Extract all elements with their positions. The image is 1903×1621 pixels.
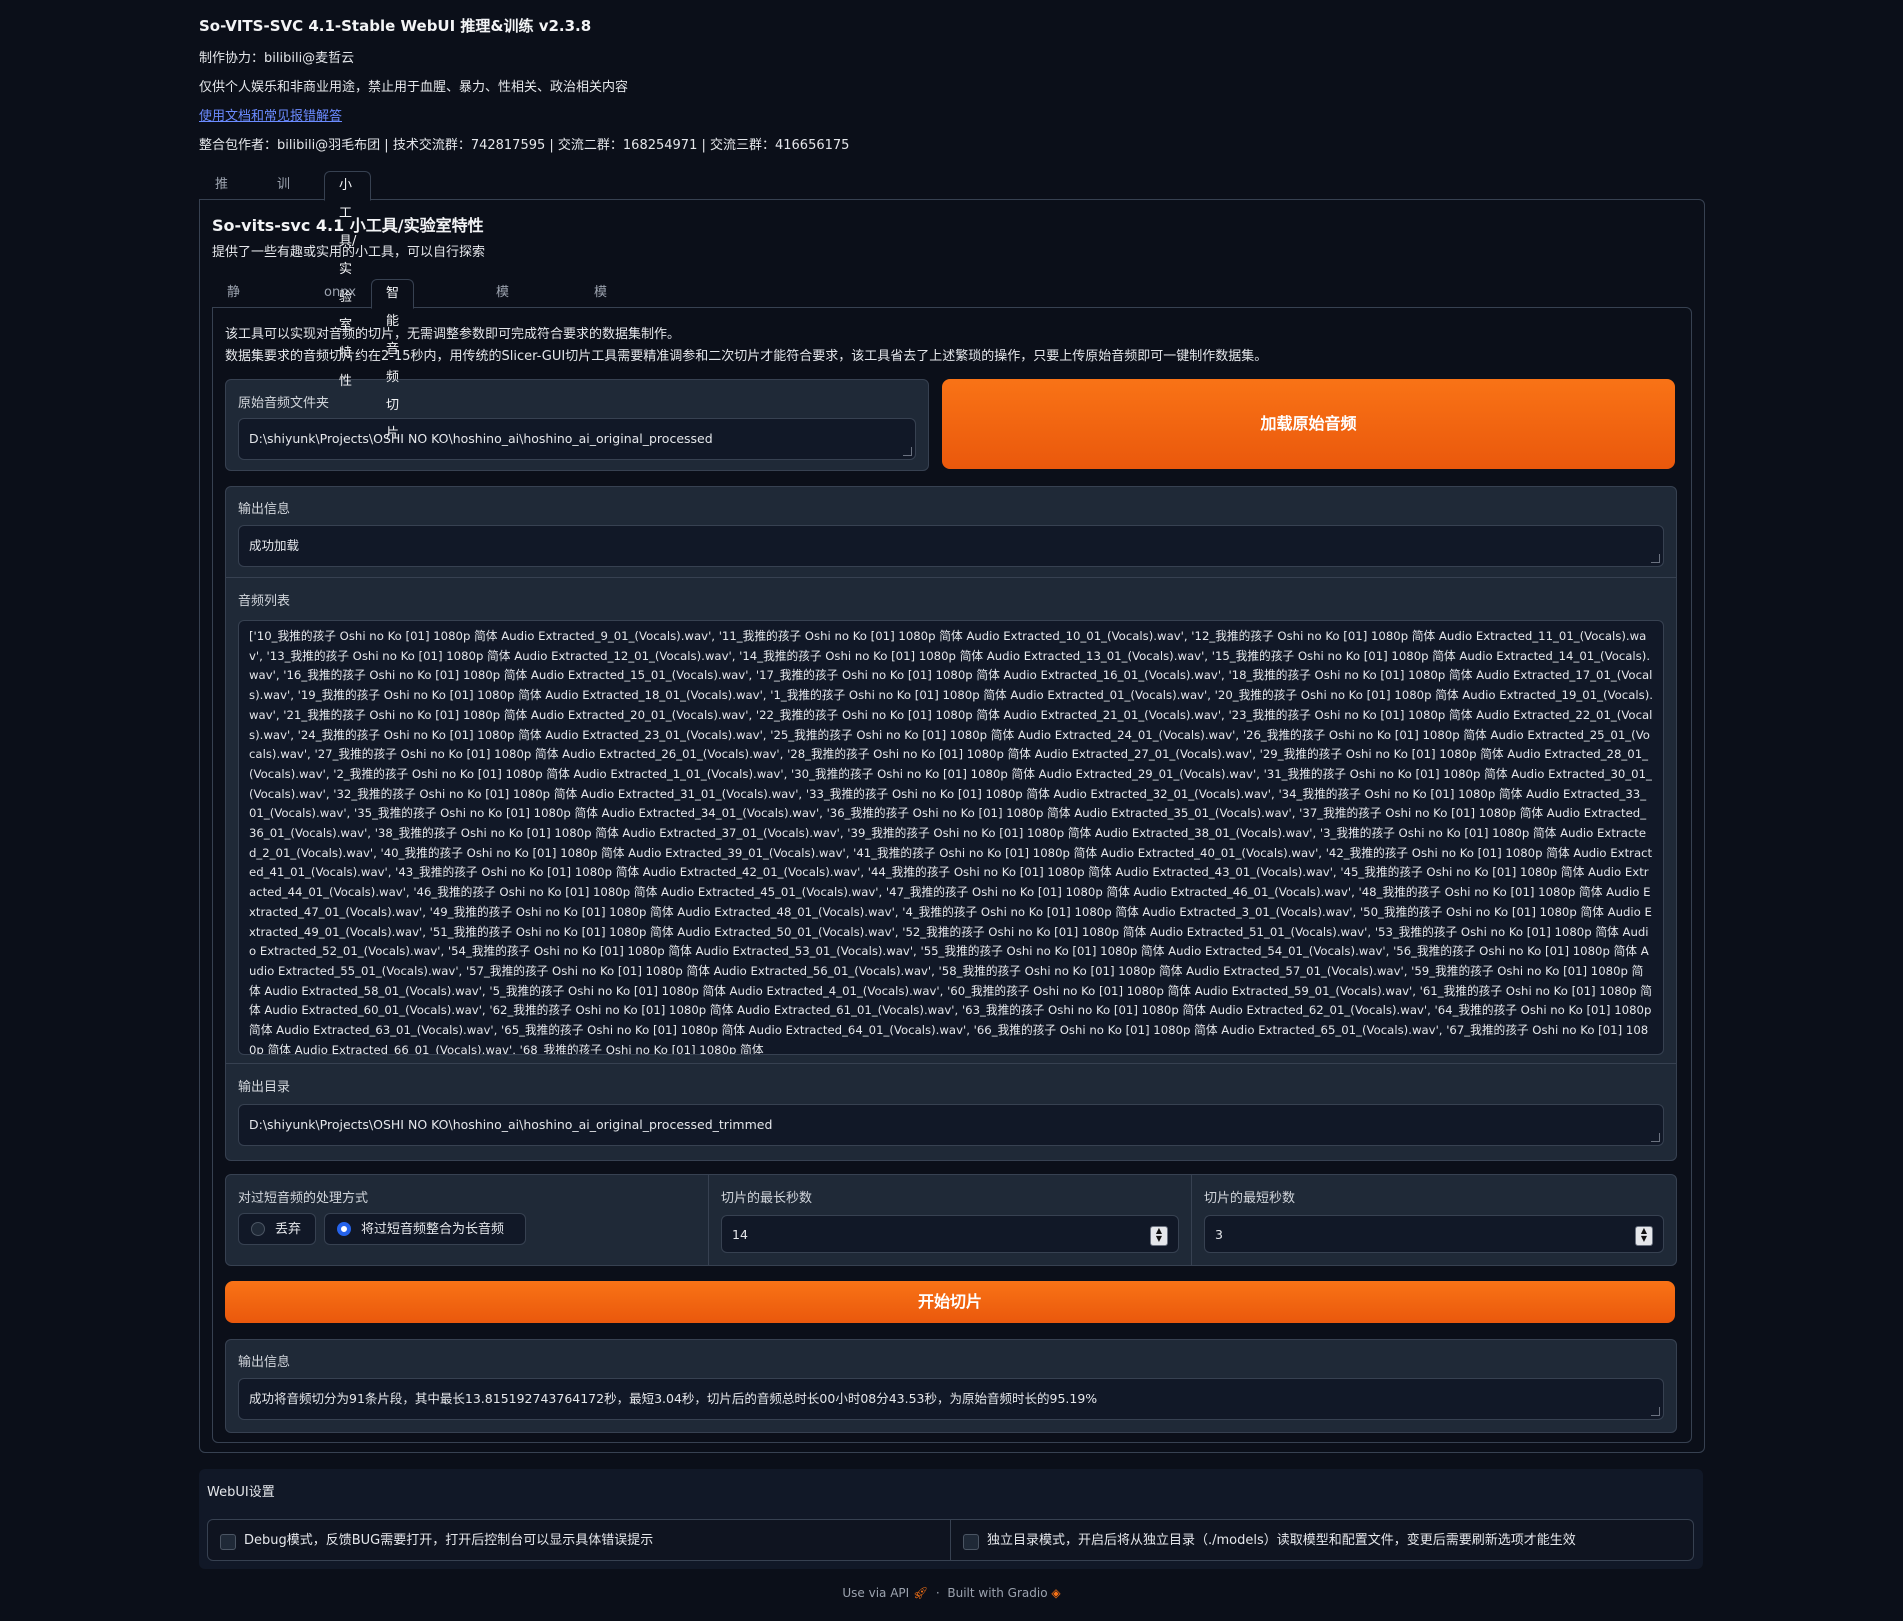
footer: Use via API 🚀︎ · Built with Gradio ◈: [0, 1586, 1903, 1600]
output-dir-label: 输出目录: [238, 1080, 291, 1095]
radio-discard-label: 丢弃: [275, 1222, 302, 1237]
use-api-link[interactable]: Use via API: [842, 1586, 909, 1600]
source-folder-value: D:\shiyunk\Projects\OSHI NO KO\hoshino_a…: [249, 431, 713, 446]
min-sec-group: 切片的最短秒数 3 ▲ ▼: [1192, 1175, 1676, 1265]
tab-inference[interactable]: 推理: [201, 171, 242, 220]
radio-on-icon: [337, 1222, 351, 1236]
short-audio-label: 对过短音频的处理方式: [238, 1191, 369, 1206]
tab-model-package[interactable]: 模型发布打包/安装: [580, 279, 625, 496]
checkbox-icon: [220, 1534, 236, 1550]
min-sec-label: 切片的最短秒数: [1204, 1191, 1296, 1206]
tab-audio-slicer[interactable]: 智能音频切片: [371, 279, 415, 441]
stepper-icon[interactable]: ▲ ▼: [1635, 1226, 1653, 1246]
max-sec-label: 切片的最长秒数: [721, 1191, 813, 1206]
output-info-field[interactable]: 成功加载: [238, 525, 1664, 567]
radio-off-icon: [251, 1222, 265, 1236]
tab-tools[interactable]: 小工具/实验室特性: [324, 171, 372, 389]
output-info-value: 成功加载: [249, 538, 300, 553]
output-dir-input[interactable]: D:\shiyunk\Projects\OSHI NO KO\hoshino_a…: [238, 1104, 1664, 1146]
source-folder-input[interactable]: D:\shiyunk\Projects\OSHI NO KO\hoshino_a…: [238, 418, 916, 460]
checkbox-icon: [963, 1534, 979, 1550]
tab-model-compress[interactable]: 模型压缩工具: [482, 279, 523, 440]
result-label: 输出信息: [238, 1355, 291, 1370]
slicer-desc-1: 该工具可以实现对音频的切片，无需调整参数即可完成符合要求的数据集制作。: [225, 327, 681, 342]
audio-list-textarea[interactable]: ['10_我推的孩子 Oshi no Ko [01] 1080p 简体 Audi…: [238, 620, 1664, 1055]
output-info-label: 输出信息: [238, 502, 291, 517]
min-sec-value: 3: [1215, 1227, 1223, 1242]
result-value: 成功将音频切分为91条片段，其中最长13.815192743764172秒，最短…: [249, 1391, 1098, 1406]
output-dir-value: D:\shiyunk\Projects\OSHI NO KO\hoshino_a…: [249, 1117, 773, 1132]
slicer-desc-2: 数据集要求的音频切片约在2-15秒内，用传统的Slicer-GUI切片工具需要精…: [225, 349, 1268, 364]
source-folder-label: 原始音频文件夹: [238, 396, 330, 411]
tools-panel: So-vits-svc 4.1 小工具/实验室特性 提供了一些有趣或实用的小工具…: [199, 199, 1705, 1453]
audio-list-value: ['10_我推的孩子 Oshi no Ko [01] 1080p 简体 Audi…: [249, 629, 1653, 1055]
settings-title: WebUI设置: [207, 1485, 275, 1500]
notice-text: 仅供个人娱乐和非商业用途，禁止用于血腥、暴力、性相关、政治相关内容: [199, 80, 629, 95]
audio-list-section: 音频列表 ['10_我推的孩子 Oshi no Ko [01] 1080p 简体…: [226, 578, 1676, 1063]
load-audio-button[interactable]: 加载原始音频: [942, 379, 1675, 469]
max-sec-input[interactable]: 14 ▲ ▼: [721, 1215, 1179, 1253]
standalone-checkbox[interactable]: 独立目录模式，开启后将从独立目录（./models）读取模型和配置文件，变更后需…: [950, 1519, 1694, 1561]
radio-discard[interactable]: 丢弃: [238, 1213, 316, 1245]
resize-grip-icon[interactable]: [903, 447, 912, 456]
gradio-logo-icon: ◈: [1051, 1586, 1061, 1600]
radio-merge-label: 将过短音频整合为长音频: [361, 1222, 505, 1237]
max-sec-value: 14: [732, 1227, 748, 1242]
authors-text: 整合包作者：bilibili@羽毛布团 | 技术交流群：742817595 | …: [199, 138, 850, 153]
slicer-panel: 该工具可以实现对音频的切片，无需调整参数即可完成符合要求的数据集制作。 数据集要…: [212, 307, 1692, 1443]
built-with-gradio-link[interactable]: Built with Gradio: [947, 1586, 1047, 1600]
options-row: 对过短音频的处理方式 丢弃 将过短音频整合为长音频 切片的最长秒数 14 ▲▼: [225, 1174, 1677, 1266]
doc-link[interactable]: 使用文档和常见报错解答: [199, 105, 342, 124]
radio-merge[interactable]: 将过短音频整合为长音频: [324, 1213, 526, 1245]
output-group: 输出信息 成功加载 音频列表 ['10_我推的孩子 Oshi no Ko [01…: [225, 486, 1677, 1161]
divider: [226, 1063, 1676, 1064]
tab-voice-fusion[interactable]: 静态声线融合: [213, 279, 254, 440]
footer-separator: ·: [935, 1586, 940, 1600]
rocket-icon: 🚀︎: [913, 1586, 929, 1600]
tab-training[interactable]: 训练: [263, 171, 304, 220]
standalone-label: 独立目录模式，开启后将从独立目录（./models）读取模型和配置文件，变更后需…: [987, 1533, 1576, 1548]
source-folder-box: 原始音频文件夹 D:\shiyunk\Projects\OSHI NO KO\h…: [225, 379, 929, 471]
min-sec-input[interactable]: 3 ▲ ▼: [1204, 1215, 1664, 1253]
resize-grip-icon[interactable]: [1651, 1133, 1660, 1142]
credit-text: 制作协力：bilibili@麦哲云: [199, 51, 355, 66]
resize-grip-icon[interactable]: [1651, 554, 1660, 563]
debug-label: Debug模式，反馈BUG需要打开，打开后控制台可以显示具体错误提示: [244, 1533, 654, 1548]
stepper-icon[interactable]: ▲ ▼: [1150, 1226, 1168, 1246]
short-audio-group: 对过短音频的处理方式 丢弃 将过短音频整合为长音频: [226, 1175, 709, 1265]
start-slicing-button[interactable]: 开始切片: [225, 1281, 1675, 1323]
resize-grip-icon[interactable]: [1651, 1407, 1660, 1416]
app-title: So-VITS-SVC 4.1-Stable WebUI 推理&训练 v2.3.…: [199, 17, 592, 35]
max-sec-group: 切片的最长秒数 14 ▲ ▼: [709, 1175, 1192, 1265]
webui-settings: WebUI设置 Debug模式，反馈BUG需要打开，打开后控制台可以显示具体错误…: [199, 1469, 1703, 1569]
debug-checkbox[interactable]: Debug模式，反馈BUG需要打开，打开后控制台可以显示具体错误提示: [207, 1519, 951, 1561]
audio-list-label: 音频列表: [238, 594, 291, 609]
result-field[interactable]: 成功将音频切分为91条片段，其中最长13.815192743764172秒，最短…: [238, 1378, 1664, 1420]
result-box: 输出信息 成功将音频切分为91条片段，其中最长13.81519274376417…: [225, 1339, 1677, 1433]
